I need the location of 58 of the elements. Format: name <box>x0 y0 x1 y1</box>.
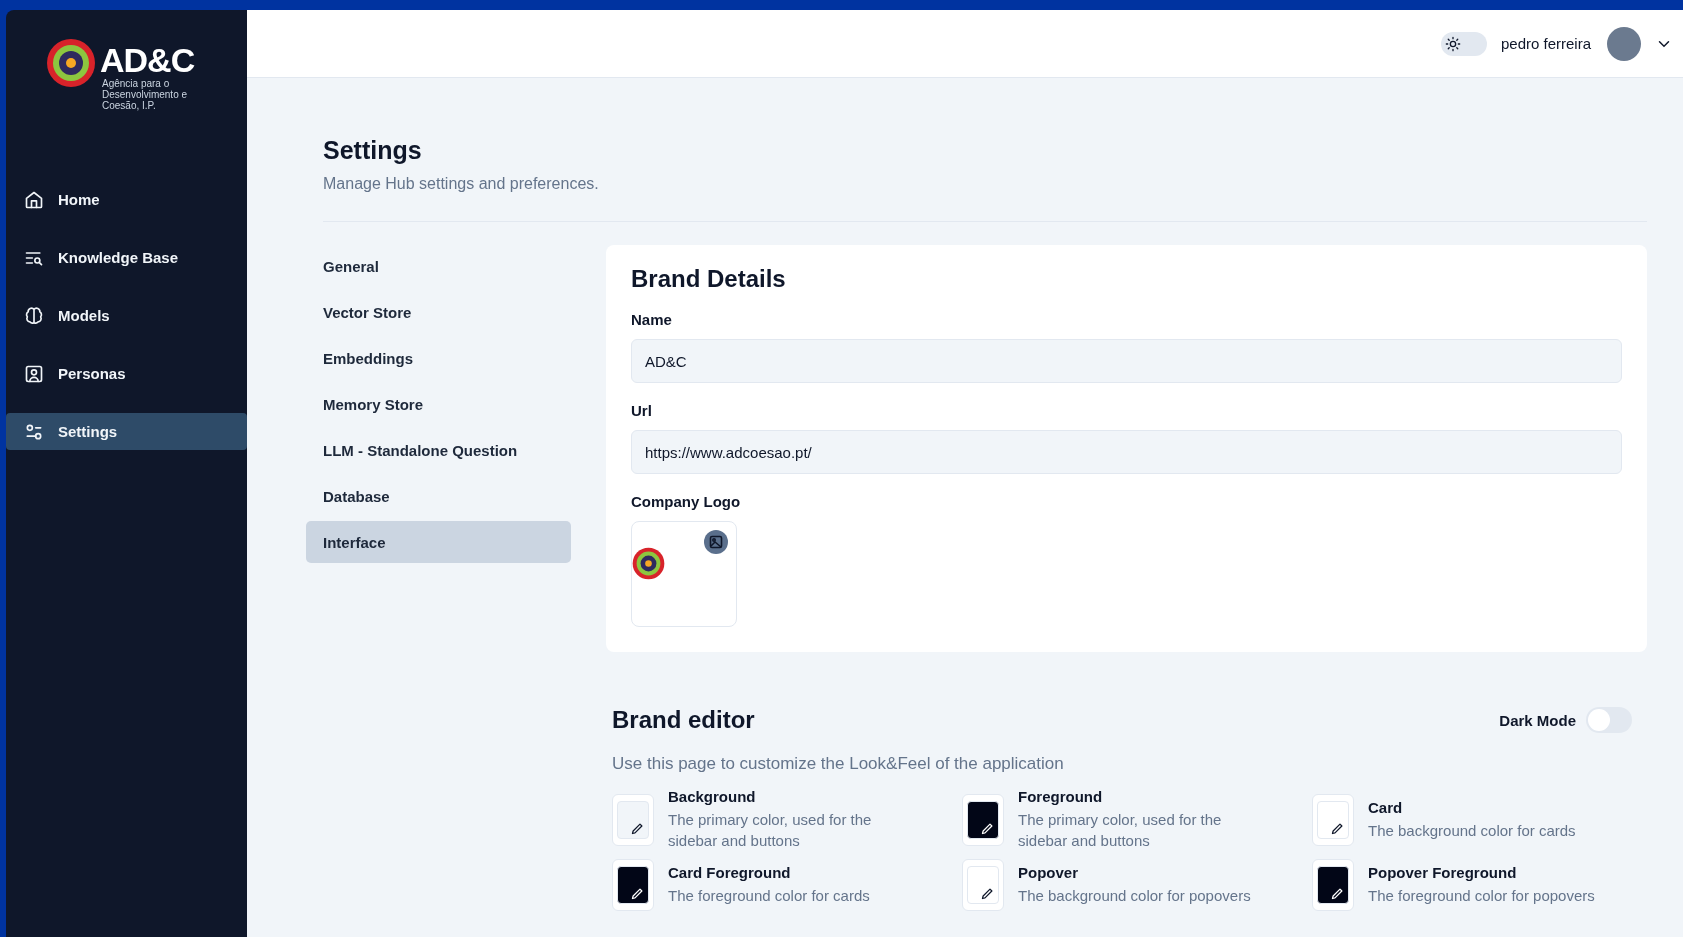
color-name: Popover <box>1018 864 1079 881</box>
field-label: Company Logo <box>631 493 742 510</box>
color-description: The background color for cards <box>1368 820 1576 841</box>
field-label: Name <box>631 311 673 328</box>
color-swatch[interactable] <box>612 859 654 911</box>
logo-wordmark: AD&C <box>100 42 196 78</box>
settings-nav-item[interactable]: Interface <box>306 521 571 563</box>
sidebar-item[interactable]: Knowledge Base <box>6 239 247 276</box>
color-name: Foreground <box>1018 788 1104 805</box>
toggle-label: Dark Mode <box>1499 711 1576 729</box>
color-swatch[interactable] <box>1312 793 1354 846</box>
user-name[interactable]: pedro ferreira <box>1500 35 1591 52</box>
logo-upload[interactable] <box>631 521 737 627</box>
image-icon[interactable] <box>704 530 728 554</box>
settings-nav-item[interactable]: LLM - Standalone Question <box>306 429 571 471</box>
pencil-icon <box>630 886 645 901</box>
theme-toggle[interactable] <box>1440 31 1487 56</box>
settings-nav-item[interactable]: Vector Store <box>306 291 571 333</box>
pencil-icon <box>1330 886 1345 901</box>
color-name: Card <box>1368 798 1404 816</box>
logo-rings-icon <box>46 38 96 88</box>
input-field[interactable]: AD&C <box>631 339 1622 383</box>
settings-nav-item[interactable]: Embeddings <box>306 337 571 379</box>
section-title: Brand editor <box>612 706 756 734</box>
section-description: Use this page to customize the Look&Feel of the application <box>612 754 1065 774</box>
settings-nav-item[interactable]: General <box>306 245 571 287</box>
color-swatch[interactable] <box>612 793 654 846</box>
home-icon <box>24 189 44 210</box>
color-name: Card Foreground <box>668 864 792 881</box>
settings-nav-item[interactable]: Memory Store <box>306 383 571 425</box>
page-title: Settings <box>323 136 423 165</box>
sidebar-item[interactable]: Personas <box>6 355 247 392</box>
color-swatch[interactable] <box>962 859 1004 911</box>
logo-rings-icon <box>632 547 665 580</box>
card-title: Brand Details <box>631 265 787 293</box>
color-name: Background <box>668 788 757 805</box>
color-description: The background color for popovers <box>1018 886 1251 906</box>
dark-mode-switch[interactable] <box>1586 707 1632 733</box>
settings-nav-item[interactable]: Database <box>306 475 571 517</box>
person-icon <box>24 363 44 384</box>
color-description: The foreground color for cards <box>668 886 870 906</box>
sidebar-item[interactable]: Settings <box>6 413 247 450</box>
color-description: The primary color, used for the sidebar and buttons <box>1018 810 1223 851</box>
sidebar-item[interactable]: Models <box>6 297 247 334</box>
sidebar-item[interactable]: Home <box>6 181 247 218</box>
color-swatch[interactable] <box>962 793 1004 846</box>
color-name: Popover Foreground <box>1368 864 1518 881</box>
sun-icon <box>1444 35 1461 52</box>
page-subtitle: Manage Hub settings and preferences. <box>323 175 600 193</box>
color-description: The primary color, used for the sidebar and buttons <box>668 810 873 851</box>
pencil-icon <box>980 886 995 901</box>
logo-tagline: Agência para o Desenvolvimento e Coesão, I.P. <box>102 78 189 111</box>
brain-icon <box>24 305 44 326</box>
input-field[interactable]: https://www.adcoesao.pt/ <box>631 430 1622 474</box>
field-label: Url <box>631 402 653 419</box>
avatar[interactable] <box>1607 26 1641 61</box>
color-description: The foreground color for popovers <box>1368 886 1595 906</box>
color-swatch[interactable] <box>1312 859 1354 911</box>
